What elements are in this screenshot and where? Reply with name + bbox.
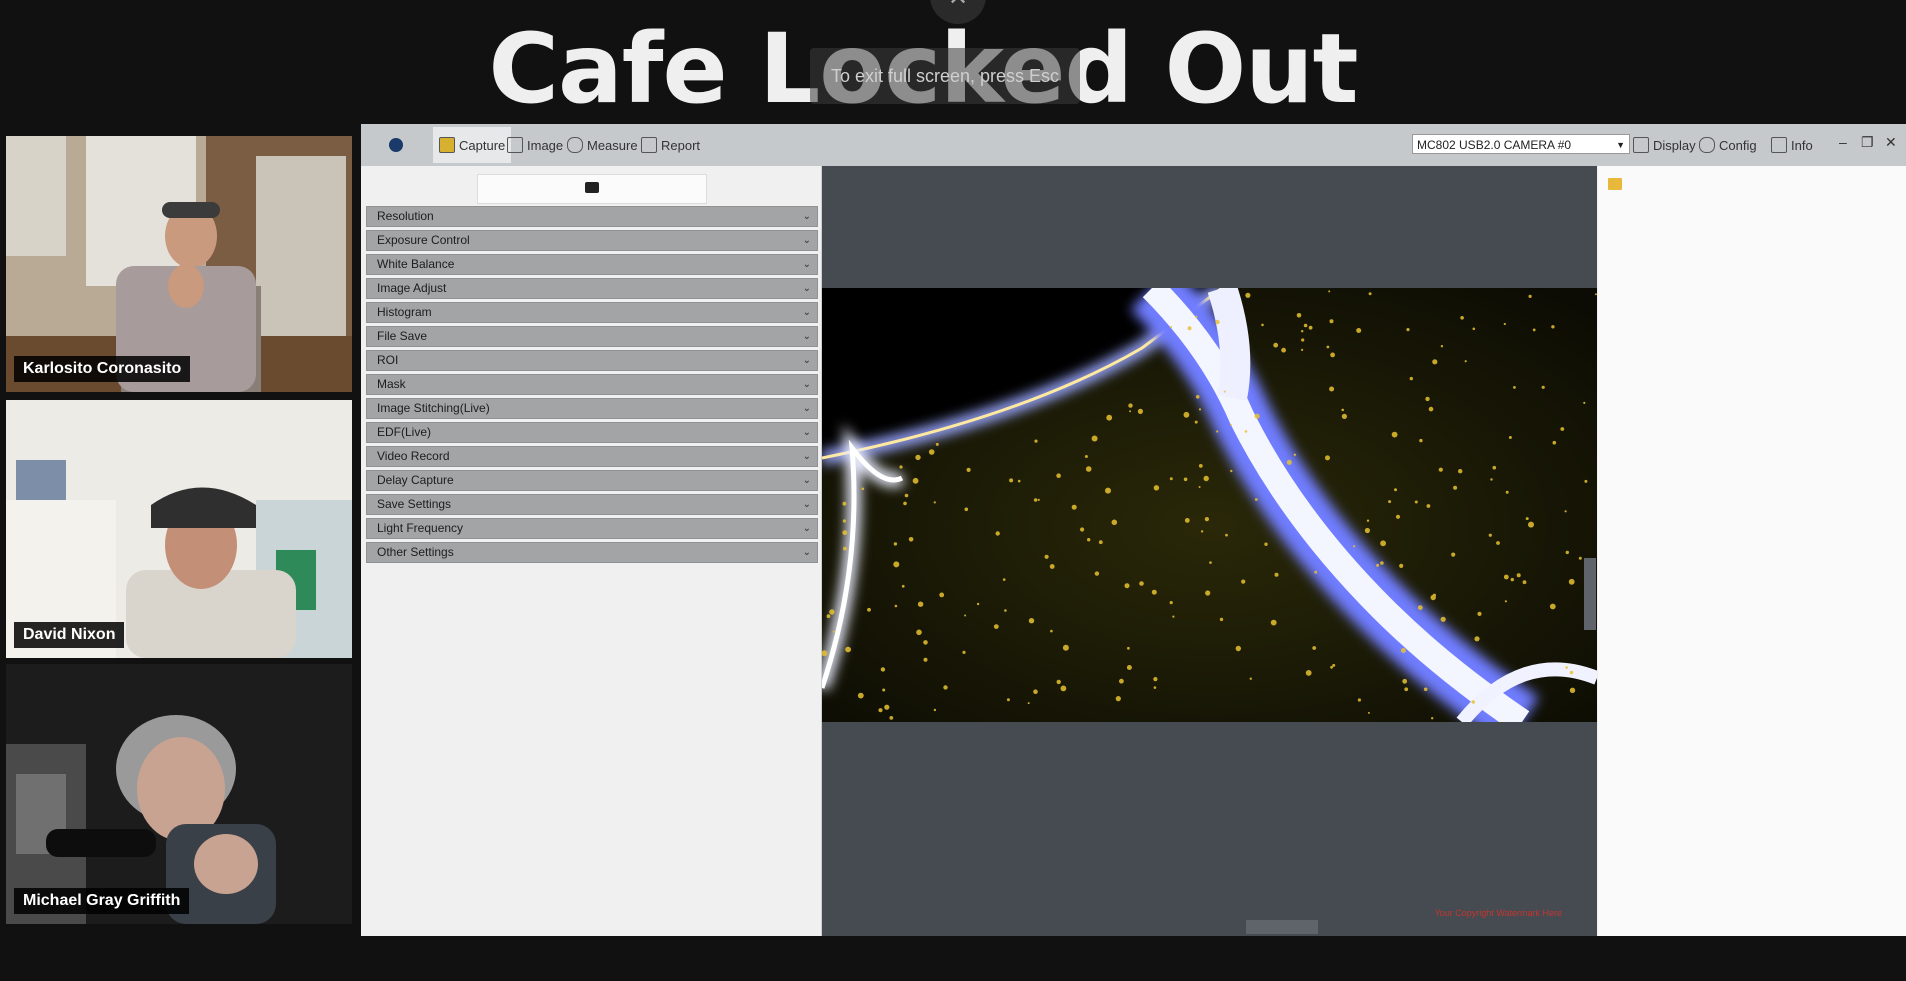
microscope-image xyxy=(822,288,1597,722)
settings-section-header[interactable]: Video Record ⌄ xyxy=(366,446,818,467)
chevron-down-icon: ⌄ xyxy=(802,259,811,270)
chevron-down-icon: ⌄ xyxy=(802,355,811,366)
settings-section-header[interactable]: Light Frequency ⌄ xyxy=(366,518,818,539)
chevron-down-icon: ⌄ xyxy=(802,235,811,246)
participant-video xyxy=(6,136,352,392)
settings-section-header[interactable]: Other Settings ⌄ xyxy=(366,542,818,563)
settings-section-header[interactable]: Save Settings ⌄ xyxy=(366,494,818,515)
info-icon xyxy=(1771,137,1787,153)
capture-icon xyxy=(439,137,455,153)
live-viewer[interactable]: Your Copyright Watermark Here xyxy=(822,166,1597,936)
participant-tile-2[interactable]: David Nixon xyxy=(6,400,352,658)
settings-section-label: Image Adjust xyxy=(377,281,447,295)
snapshot-button[interactable] xyxy=(477,174,707,204)
chevron-down-icon: ⌄ xyxy=(802,451,811,462)
settings-section-header[interactable]: ROI ⌄ xyxy=(366,350,818,371)
settings-section-label: Exposure Control xyxy=(377,233,470,247)
chevron-down-icon: ⌄ xyxy=(802,331,811,342)
camera-icon xyxy=(585,182,599,193)
settings-section-header[interactable]: File Save ⌄ xyxy=(366,326,818,347)
settings-section-label: EDF(Live) xyxy=(377,425,432,439)
settings-section-label: Resolution xyxy=(377,209,434,223)
chevron-down-icon: ⌄ xyxy=(802,307,811,318)
settings-section-header[interactable]: Histogram ⌄ xyxy=(366,302,818,323)
chevron-down-icon: ⌄ xyxy=(802,547,811,558)
config-button[interactable]: Config xyxy=(1699,134,1757,156)
settings-section-label: Mask xyxy=(377,377,406,391)
app-toolbar: Capture Image Measure Report MC802 USB2.… xyxy=(361,124,1906,166)
settings-section-header[interactable]: Exposure Control ⌄ xyxy=(366,230,818,251)
settings-section-label: Histogram xyxy=(377,305,432,319)
tab-image[interactable]: Image xyxy=(507,134,563,156)
settings-section-label: ROI xyxy=(377,353,399,367)
settings-section-header[interactable]: EDF(Live) ⌄ xyxy=(366,422,818,443)
chevron-down-icon: ⌄ xyxy=(802,427,811,438)
settings-section-label: Other Settings xyxy=(377,545,454,559)
participant-video xyxy=(6,400,352,658)
capture-settings-panel: Resolution ⌄ Exposure Control ⌄ White Balanc… xyxy=(361,166,822,936)
capture-app-window: Capture Image Measure Report MC802 USB2.… xyxy=(361,124,1906,936)
measure-icon xyxy=(567,137,583,153)
close-window-icon[interactable]: ✕ xyxy=(1885,134,1897,151)
settings-section-header[interactable]: Image Adjust ⌄ xyxy=(366,278,818,299)
bottom-collapse-handle[interactable] xyxy=(1246,920,1318,934)
tab-measure[interactable]: Measure xyxy=(567,134,638,156)
chevron-down-icon: ⌄ xyxy=(802,211,811,222)
participant-tile-1[interactable]: Karlosito Coronasito xyxy=(6,136,352,392)
info-button[interactable]: Info xyxy=(1771,134,1813,156)
settings-accordion: Resolution ⌄ Exposure Control ⌄ White Balanc… xyxy=(366,206,818,566)
settings-section-header[interactable]: Mask ⌄ xyxy=(366,374,818,395)
participant-name: Karlosito Coronasito xyxy=(14,356,191,382)
maximize-icon[interactable]: ❐ xyxy=(1861,134,1874,151)
file-browser-panel xyxy=(1598,166,1906,936)
chevron-down-icon: ▼ xyxy=(1616,140,1625,150)
chevron-down-icon: ⌄ xyxy=(802,475,811,486)
settings-section-label: Delay Capture xyxy=(377,473,454,487)
tab-report[interactable]: Report xyxy=(641,134,700,156)
settings-section-header[interactable]: White Balance ⌄ xyxy=(366,254,818,275)
settings-section-header[interactable]: Delay Capture ⌄ xyxy=(366,470,818,491)
minimize-icon[interactable]: – xyxy=(1839,134,1847,150)
folder-icon[interactable] xyxy=(1608,178,1622,190)
settings-section-label: Save Settings xyxy=(377,497,452,511)
settings-section-label: Image Stitching(Live) xyxy=(377,401,490,415)
fullscreen-hint: To exit full screen, press Esc xyxy=(810,48,1080,104)
settings-section-header[interactable]: Image Stitching(Live) ⌄ xyxy=(366,398,818,419)
settings-section-header[interactable]: Resolution ⌄ xyxy=(366,206,818,227)
participant-name: Michael Gray Griffith xyxy=(14,888,190,914)
settings-section-label: File Save xyxy=(377,329,428,343)
config-icon xyxy=(1699,137,1715,153)
tab-capture[interactable]: Capture xyxy=(433,127,512,163)
participant-tile-3[interactable]: Michael Gray Griffith xyxy=(6,664,352,924)
settings-section-label: White Balance xyxy=(377,257,455,271)
display-button[interactable]: Display xyxy=(1633,134,1696,156)
settings-section-label: Video Record xyxy=(377,449,450,463)
chevron-down-icon: ⌄ xyxy=(802,283,811,294)
settings-section-label: Light Frequency xyxy=(377,521,464,535)
participant-name: David Nixon xyxy=(14,622,125,648)
app-logo-icon xyxy=(389,138,403,152)
display-icon xyxy=(1633,137,1649,153)
report-icon xyxy=(641,137,657,153)
chevron-down-icon: ⌄ xyxy=(802,499,811,510)
chevron-down-icon: ⌄ xyxy=(802,523,811,534)
chevron-down-icon: ⌄ xyxy=(802,403,811,414)
image-icon xyxy=(507,137,523,153)
participant-video xyxy=(6,664,352,924)
camera-select[interactable]: MC802 USB2.0 CAMERA #0 ▼ xyxy=(1412,134,1630,154)
chevron-down-icon: ⌄ xyxy=(802,379,811,390)
side-collapse-handle[interactable] xyxy=(1584,558,1596,630)
